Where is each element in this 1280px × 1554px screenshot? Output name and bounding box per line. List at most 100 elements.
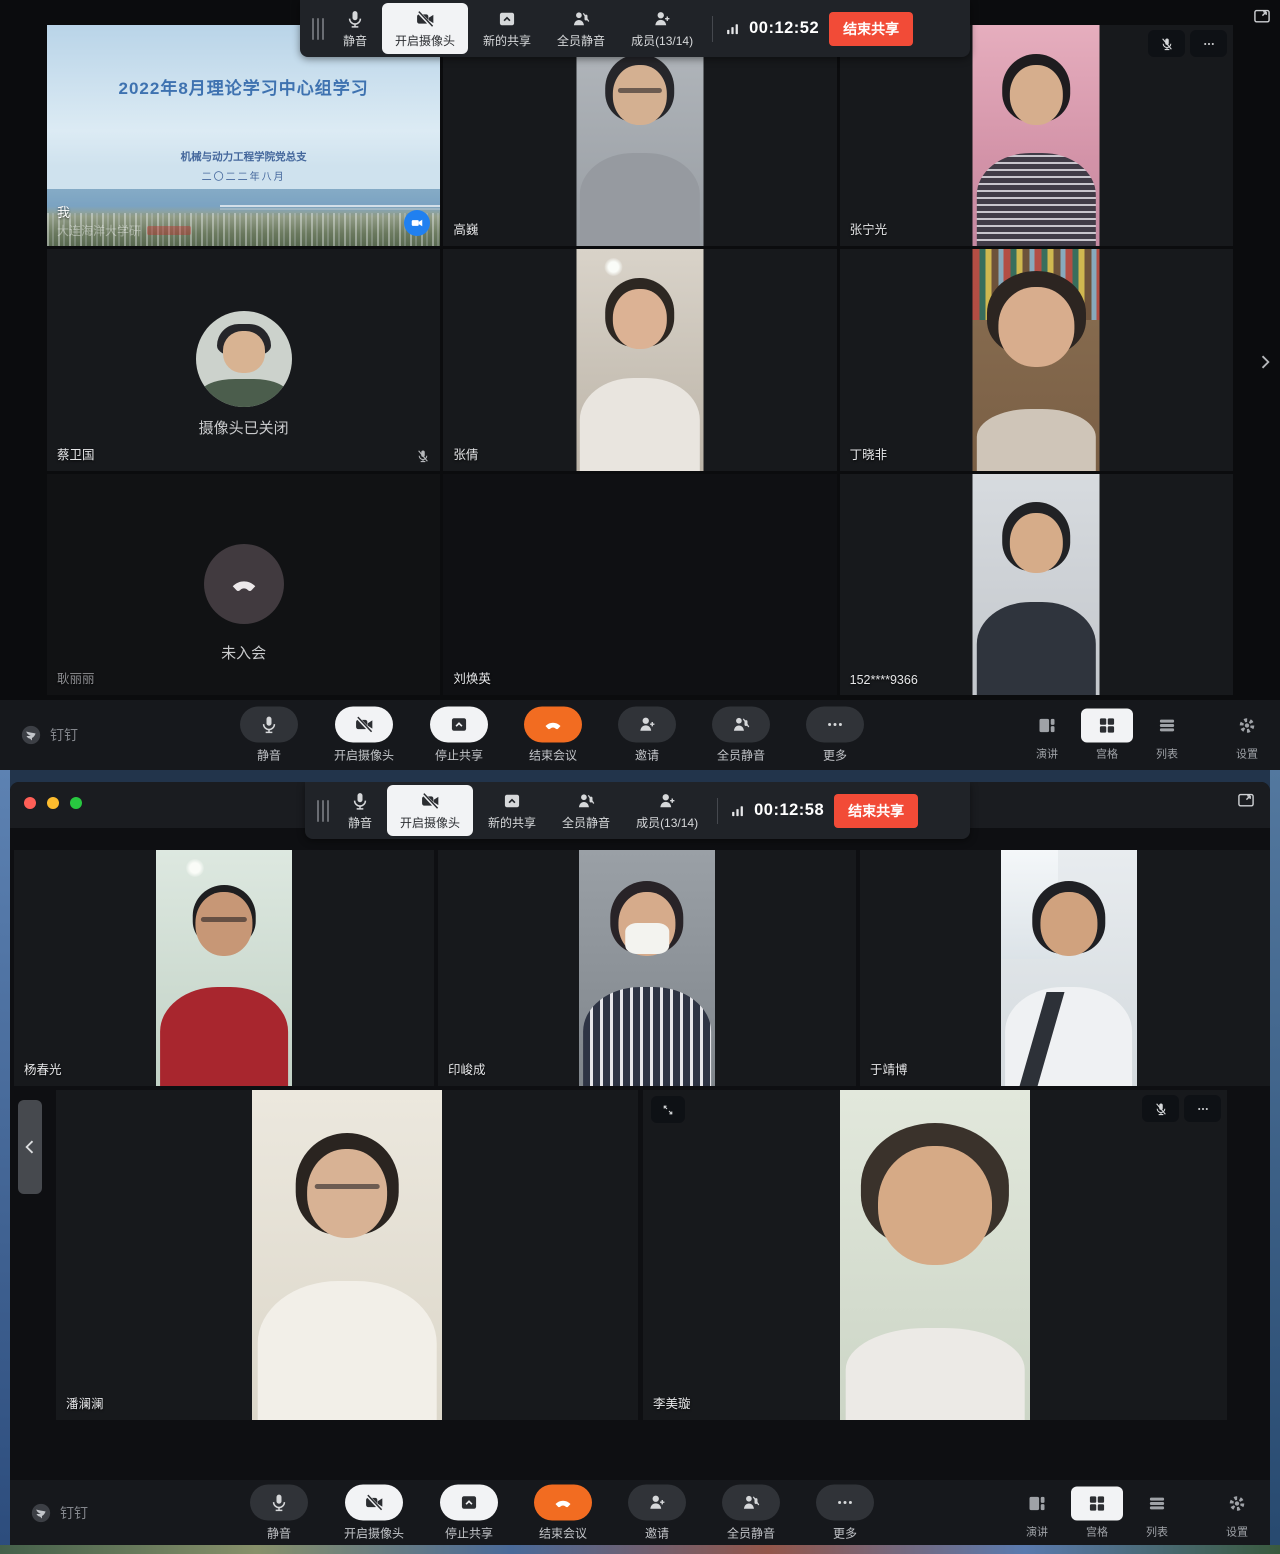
participant-grid: 2022年8月理论学习中心组学习 机械与动力工程学院党总支 二〇二二年八月 我 … — [47, 25, 1233, 695]
tile-yujingbo[interactable]: 于靖博 — [860, 850, 1270, 1086]
camera-off-icon — [415, 9, 435, 29]
tile-yinjuncheng[interactable]: 印峻成 — [438, 850, 856, 1086]
mute-all-button[interactable]: 全员静音 — [712, 707, 770, 764]
tile-limeixuan[interactable]: 李美璇 — [643, 1090, 1227, 1420]
participant-video — [973, 249, 1100, 470]
end-share-button[interactable]: 结束共享 — [829, 12, 913, 46]
glasses — [201, 917, 247, 922]
drag-handle[interactable] — [317, 800, 329, 822]
mute-all-button[interactable]: 全员静音 — [722, 1484, 780, 1541]
tile-liuhuanying[interactable]: 刘焕英 — [443, 474, 836, 695]
members-button[interactable]: 成员(13/14) — [618, 0, 706, 57]
tile-yangchunguang[interactable]: 杨春光 — [14, 850, 434, 1086]
watermark: 大连海洋大学研 — [57, 222, 191, 239]
end-meeting-button[interactable]: 结束会议 — [534, 1484, 592, 1541]
tile-zhangningguang[interactable]: 张宁光 — [840, 25, 1233, 246]
new-share-button[interactable]: 新的共享 — [475, 782, 549, 839]
camera-on-button[interactable]: 开启摄像头 — [344, 1484, 404, 1541]
signal-bars-icon — [725, 20, 742, 37]
participant-video — [576, 249, 703, 470]
camera-off-icon — [364, 1492, 384, 1512]
control-buttons: 静音 开启摄像头 停止共享 结束会议 邀请 — [250, 1484, 874, 1541]
mute-button[interactable]: 静音 — [330, 0, 380, 57]
participant-name: 高巍 — [453, 219, 478, 238]
tile-genglili[interactable]: 未入会 耿丽丽 — [47, 474, 440, 695]
gear-icon — [1237, 716, 1257, 736]
meeting-toolbar: 静音 开启摄像头 新的共享 全员静音 成员(13/14) 00:12:58 — [305, 782, 970, 839]
settings-button[interactable]: 设置 — [1230, 709, 1264, 762]
person-add-icon — [637, 715, 657, 735]
participant-name: 张宁光 — [850, 219, 888, 238]
list-view-button[interactable]: 列表 — [1140, 709, 1194, 762]
glasses — [315, 1184, 380, 1189]
participant-name: 张倩 — [453, 444, 478, 463]
participant-more-button[interactable] — [1184, 1095, 1221, 1122]
settings-button[interactable]: 设置 — [1220, 1486, 1254, 1539]
mute-all-button[interactable]: 全员静音 — [544, 0, 618, 57]
more-button[interactable]: 更多 — [816, 1484, 874, 1541]
camera-on-button[interactable]: 开启摄像头 — [382, 3, 468, 54]
speaker-view-button[interactable]: 演讲 — [1010, 1486, 1064, 1539]
list-view-button[interactable]: 列表 — [1130, 1486, 1184, 1539]
tile-phone-user[interactable]: 152****9366 — [840, 474, 1233, 695]
speaker-view-button[interactable]: 演讲 — [1020, 709, 1074, 762]
new-share-button[interactable]: 新的共享 — [470, 0, 544, 57]
next-page-chevron[interactable] — [1252, 332, 1278, 392]
more-button[interactable]: 更多 — [806, 707, 864, 764]
signal-bars-icon — [730, 802, 747, 819]
participant-name: 杨春光 — [24, 1059, 62, 1078]
camera-off-icon — [354, 715, 374, 735]
members-button[interactable]: 成员(13/14) — [623, 782, 711, 839]
mute-button[interactable]: 静音 — [240, 707, 298, 764]
invite-button[interactable]: 邀请 — [628, 1484, 686, 1541]
participant-name: 印峻成 — [448, 1059, 486, 1078]
tile-expand-button[interactable] — [651, 1096, 685, 1123]
meeting-toolbar: 静音 开启摄像头 新的共享 全员静音 成员(13/14) 00:12:52 结束… — [300, 0, 970, 57]
desktop-edge — [0, 770, 10, 1554]
participant-name: 李美璇 — [653, 1393, 691, 1412]
minimize-button[interactable] — [47, 797, 59, 809]
phone-icon — [229, 569, 259, 599]
grid-view-icon — [1087, 1493, 1107, 1513]
close-button[interactable] — [24, 797, 36, 809]
stop-share-button[interactable]: 停止共享 — [430, 707, 488, 764]
zoom-button[interactable] — [70, 797, 82, 809]
not-joined-status: 未入会 — [47, 642, 440, 663]
tile-me-screenshare[interactable]: 2022年8月理论学习中心组学习 机械与动力工程学院党总支 二〇二二年八月 我 … — [47, 25, 440, 246]
participant-video — [156, 850, 292, 1086]
tile-zhangqian[interactable]: 张倩 — [443, 249, 836, 470]
camera-on-button[interactable]: 开启摄像头 — [387, 785, 473, 836]
share-screen-icon — [502, 791, 522, 811]
window-controls — [24, 797, 82, 809]
timer-value: 00:12:58 — [754, 801, 824, 820]
tile-dingxiaofei[interactable]: 丁晓非 — [840, 249, 1233, 470]
end-share-button[interactable]: 结束共享 — [834, 794, 918, 828]
participant-mute-button[interactable] — [1148, 30, 1185, 57]
mute-button[interactable]: 静音 — [335, 782, 385, 839]
face-mask — [625, 923, 669, 954]
mute-button[interactable]: 静音 — [250, 1484, 308, 1541]
window-expand-icon[interactable] — [1252, 6, 1272, 26]
stop-share-button[interactable]: 停止共享 — [440, 1484, 498, 1541]
slide-title: 2022年8月理论学习中心组学习 — [47, 74, 440, 99]
grid-view-button[interactable]: 宫格 — [1070, 1486, 1124, 1539]
tile-caiweiguo[interactable]: 摄像头已关闭 蔡卫国 — [47, 249, 440, 470]
window-expand-icon[interactable] — [1236, 790, 1256, 810]
meeting-timer: 00:12:58 — [730, 801, 824, 820]
end-meeting-button[interactable]: 结束会议 — [524, 707, 582, 764]
mute-all-button[interactable]: 全员静音 — [549, 782, 623, 839]
prev-page-chevron[interactable] — [18, 1100, 42, 1194]
drag-handle[interactable] — [312, 18, 324, 40]
participant-mute-button[interactable] — [1142, 1095, 1179, 1122]
mic-icon — [345, 9, 365, 29]
camera-on-button[interactable]: 开启摄像头 — [334, 707, 394, 764]
grid-view-button[interactable]: 宫格 — [1080, 709, 1134, 762]
tile-hover-controls — [1142, 1095, 1221, 1122]
tile-gaowei[interactable]: 高巍 — [443, 25, 836, 246]
share-screen-icon — [459, 1492, 479, 1512]
mute-all-icon — [741, 1492, 761, 1512]
tile-panlanlan[interactable]: 潘澜澜 — [56, 1090, 638, 1420]
invite-button[interactable]: 邀请 — [618, 707, 676, 764]
participant-more-button[interactable] — [1190, 30, 1227, 57]
avatar — [196, 311, 292, 407]
